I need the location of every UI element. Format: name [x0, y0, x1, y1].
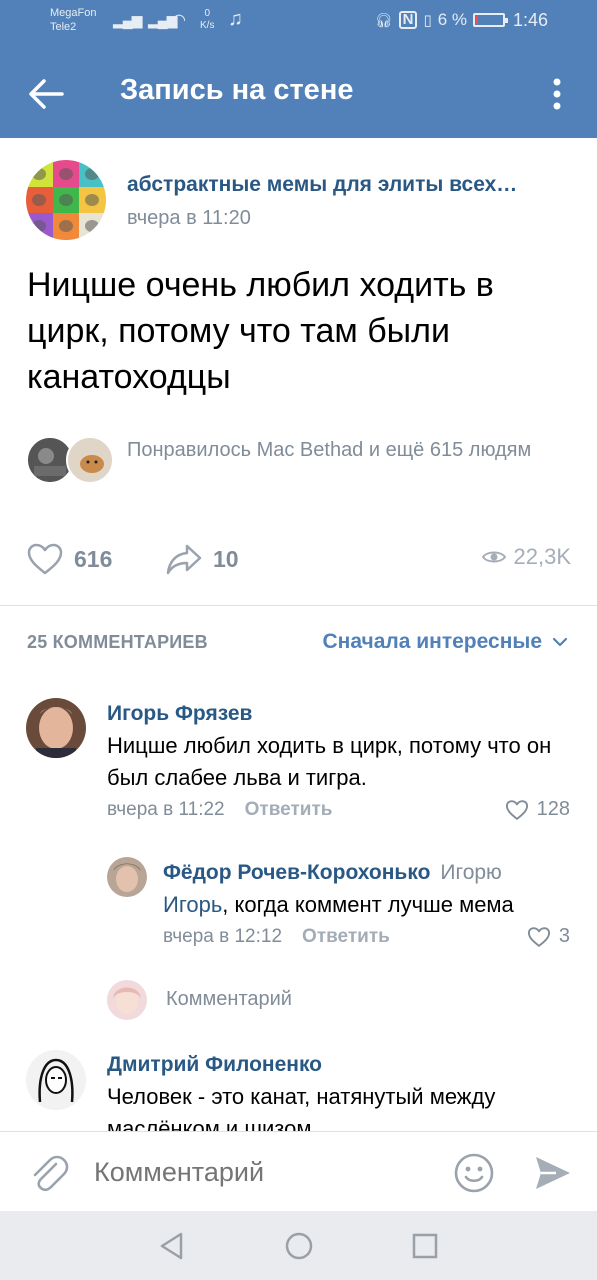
likes-count: 616: [74, 545, 113, 572]
comment-author-avatar[interactable]: [26, 1050, 86, 1110]
comment-input[interactable]: [94, 1154, 424, 1190]
battery-percent: 6 %: [437, 10, 467, 29]
vibrate-icon: ▯: [423, 12, 432, 29]
comment-likes-count: 128: [536, 798, 570, 820]
app-bar: Запись на стене: [0, 44, 597, 138]
comment-meta: вчера в 12:12 Ответить: [163, 926, 390, 948]
comment-author-name[interactable]: Дмитрий Филоненко: [107, 1053, 322, 1077]
comment-author-avatar[interactable]: [107, 857, 147, 897]
carrier-2: Tele2: [50, 21, 77, 33]
battery-icon: [473, 13, 508, 27]
system-nav-bar: [0, 1211, 597, 1280]
music-icon: ♫: [228, 8, 243, 30]
circle-home-icon: [285, 1232, 313, 1260]
battery-level: [476, 16, 478, 24]
comment-text: Ницше любил ходить в цирк, потому что он…: [107, 733, 552, 790]
nfc-icon: N: [398, 11, 418, 29]
comment-likes-count: 3: [558, 925, 570, 947]
views-counter: 22,3K: [481, 544, 572, 570]
like-button[interactable]: 616: [26, 540, 112, 578]
avatar: [66, 436, 114, 484]
comment-author-name: Фёдор Рочев-Корохонько Игорю: [163, 861, 502, 885]
arrow-left-icon: [29, 79, 64, 109]
comment-time: вчера в 12:12: [163, 926, 283, 947]
reply-button[interactable]: Ответить: [302, 926, 390, 947]
comment-time: вчера в 11:22: [107, 799, 225, 820]
divider: [0, 605, 597, 606]
carrier-1: MegaFon: [50, 7, 97, 19]
system-home-button[interactable]: [282, 1229, 316, 1263]
heart-icon: [505, 799, 528, 820]
back-button[interactable]: [22, 70, 70, 118]
heart-icon: [27, 543, 63, 575]
heart-icon: [527, 926, 550, 947]
comments-count: 25 КОММЕНТАРИЕВ: [27, 632, 208, 652]
reply-addressee[interactable]: Игорю: [440, 861, 501, 884]
views-count: 22,3K: [513, 544, 572, 569]
paperclip-icon: [33, 1155, 69, 1192]
share-arrow-icon: [166, 544, 202, 575]
page-title: Запись на стене: [120, 74, 354, 106]
status-icons: 🎧︎ N ▯ 6 %: [374, 10, 508, 30]
my-avatar: [107, 980, 147, 1020]
net-speed: 0 K/s: [200, 8, 214, 32]
chevron-down-icon: [552, 637, 568, 647]
wifi-icon: ◠: [172, 12, 186, 29]
comment-composer: [0, 1131, 597, 1211]
headphones-icon: 🎧︎: [374, 11, 393, 28]
reply-comment-input[interactable]: Комментарий: [166, 988, 292, 1011]
comment-text: Человек - это канат, натянутый между мас…: [107, 1084, 496, 1131]
shares-count: 10: [213, 545, 239, 572]
comment-text: Игорь, когда коммент лучше мема: [163, 889, 573, 921]
system-back-button[interactable]: [155, 1229, 189, 1263]
send-icon: [536, 1157, 570, 1189]
smile-icon: [454, 1153, 494, 1193]
reply-button[interactable]: Ответить: [245, 799, 333, 820]
post-time: вчера в 11:20: [127, 207, 251, 229]
attach-button[interactable]: [26, 1150, 70, 1194]
community-avatar[interactable]: [26, 160, 106, 240]
net-speed-unit: K/s: [200, 20, 215, 31]
status-bar: MegaFon Tele2 ▂▄▆ ▂▄▆ ◠ 0 K/s ♫ 🎧︎ N ▯ 6…: [0, 0, 597, 44]
liked-by-avatars[interactable]: [26, 436, 118, 486]
community-name[interactable]: абстрактные мемы для элиты всех…: [127, 173, 567, 197]
eye-icon: [481, 551, 506, 563]
share-button[interactable]: 10: [165, 540, 239, 578]
more-options-button[interactable]: [540, 70, 574, 118]
liked-by-text[interactable]: Понравилось Mac Bethad и ещё 615 людям: [127, 436, 547, 464]
comment-meta: вчера в 11:22 Ответить: [107, 799, 332, 821]
reply-author-name[interactable]: Фёдор Рочев-Корохонько: [163, 861, 430, 884]
sort-label: Сначала интересные: [322, 630, 543, 653]
cats-grid-avatar-image: [26, 160, 106, 240]
comment-author-avatar[interactable]: [26, 698, 86, 758]
post-text: Ницше очень любил ходить в цирк, потому …: [27, 266, 494, 396]
sort-dropdown[interactable]: Сначала интересные: [323, 630, 569, 654]
square-recents-icon: [412, 1233, 438, 1259]
more-vertical-icon: [553, 78, 561, 110]
top-bar: MegaFon Tele2 ▂▄▆ ▂▄▆ ◠ 0 K/s ♫ 🎧︎ N ▯ 6…: [0, 0, 597, 138]
system-recents-button[interactable]: [408, 1229, 442, 1263]
clock: 1:46: [512, 10, 548, 30]
triangle-back-icon: [160, 1232, 183, 1260]
comment-author-name[interactable]: Игорь Фрязев: [107, 702, 252, 726]
signal-icon: ▂▄▆: [113, 12, 142, 28]
comment-like-button[interactable]: 128: [505, 798, 570, 821]
send-button[interactable]: [530, 1151, 574, 1195]
net-speed-value: 0: [204, 8, 210, 19]
carrier-labels: MegaFon Tele2: [50, 6, 96, 34]
emoji-button[interactable]: [452, 1151, 496, 1195]
comment-text-body: , когда коммент лучше мема: [222, 892, 514, 917]
comment-like-button[interactable]: 3: [527, 925, 570, 948]
mention-link[interactable]: Игорь: [163, 892, 222, 917]
